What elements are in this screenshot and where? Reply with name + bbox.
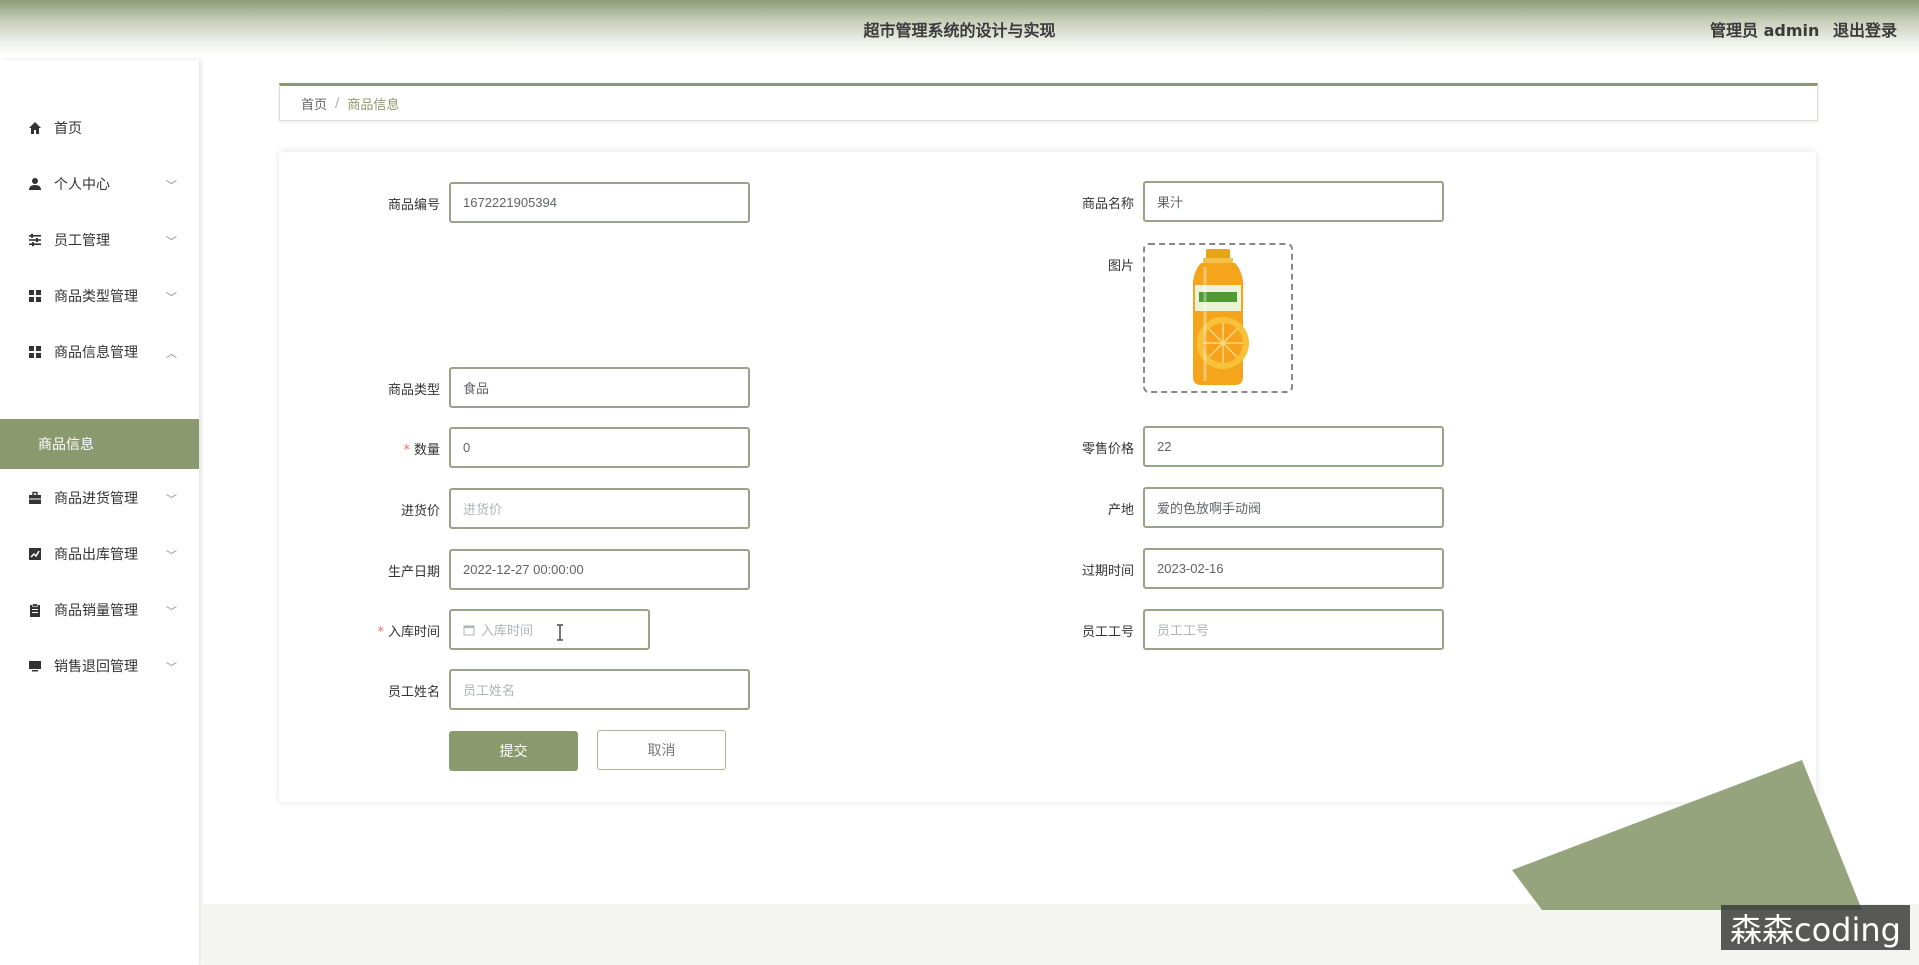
- image-upload[interactable]: [1143, 243, 1293, 393]
- product-name-field[interactable]: 果汁: [1143, 181, 1444, 222]
- text-cursor-icon: [557, 624, 563, 641]
- stock-in-time-label: * 入库时间: [320, 621, 440, 640]
- sidebar-item-home[interactable]: 首页: [0, 107, 199, 149]
- employee-name-label: 员工姓名: [387, 685, 440, 700]
- quantity-field[interactable]: 0: [449, 427, 750, 468]
- stock-in-time-label-text: 入库时间: [387, 625, 440, 640]
- employee-no-label: 员工工号: [1081, 625, 1134, 640]
- quantity-label-text: 数量: [413, 443, 440, 458]
- top-header: 超市管理系统的设计与实现 管理员 admin 退出登录: [0, 0, 1919, 56]
- cancel-button[interactable]: 取消: [597, 730, 726, 770]
- sidebar-item-label: 商品进货管理: [54, 491, 138, 507]
- person-icon: [28, 177, 42, 191]
- calendar-icon: [463, 624, 475, 636]
- required-mark: *: [403, 443, 410, 458]
- sidebar-item-label: 个人中心: [54, 177, 110, 193]
- sidebar-item-label: 销售退回管理: [54, 659, 138, 675]
- sliders-icon: [28, 233, 42, 247]
- briefcase-icon: [28, 491, 42, 505]
- sidebar-item-product-info[interactable]: 商品信息管理 ︿: [0, 331, 199, 373]
- sidebar-subitem-product-info[interactable]: 商品信息: [0, 419, 199, 469]
- sidebar: 首页 个人中心 ﹀ 员工管理 ﹀ 商品类型管理 ﹀ 商品信息管理 ︿ 商品信息 …: [0, 60, 199, 965]
- chevron-down-icon: ﹀: [166, 493, 177, 506]
- retail-price-label: 零售价格: [1081, 442, 1134, 457]
- product-type-label: 商品类型: [387, 383, 440, 398]
- production-date-label: 生产日期: [387, 565, 440, 580]
- required-mark: *: [377, 625, 384, 640]
- expiry-time-label: 过期时间: [1081, 564, 1134, 579]
- expiry-time-field[interactable]: 2023-02-16: [1143, 548, 1444, 589]
- chart-icon: [28, 547, 42, 561]
- chevron-down-icon: ﹀: [166, 549, 177, 562]
- sidebar-item-staff[interactable]: 员工管理 ﹀: [0, 219, 199, 261]
- app-title: 超市管理系统的设计与实现: [863, 21, 1056, 40]
- logout-link[interactable]: 退出登录: [1833, 21, 1897, 40]
- grid-icon: [28, 289, 42, 303]
- sidebar-item-label: 商品类型管理: [54, 289, 138, 305]
- sidebar-item-label: 商品销量管理: [54, 603, 138, 619]
- product-type-select[interactable]: 食品: [449, 367, 750, 408]
- purchase-price-label: 进货价: [400, 504, 440, 519]
- sidebar-item-returns[interactable]: 销售退回管理 ﹀: [0, 645, 199, 687]
- watermark: 森森coding: [1721, 905, 1910, 950]
- chevron-down-icon: ﹀: [166, 291, 177, 304]
- grid-icon: [28, 345, 42, 359]
- chevron-down-icon: ﹀: [166, 605, 177, 618]
- juice-bottle-image: [1193, 249, 1249, 385]
- user-area: 管理员 admin 退出登录: [1702, 17, 1897, 41]
- decorative-shape: [1512, 760, 1862, 910]
- image-label: 图片: [1107, 259, 1134, 274]
- breadcrumb-current: 商品信息: [347, 97, 400, 113]
- sidebar-item-sales[interactable]: 商品销量管理 ﹀: [0, 589, 199, 631]
- chevron-down-icon: ﹀: [166, 661, 177, 674]
- employee-name-field[interactable]: 员工姓名: [449, 669, 750, 710]
- origin-label: 产地: [1107, 503, 1134, 518]
- purchase-price-field[interactable]: 进货价: [449, 488, 750, 529]
- breadcrumb: 首页 / 商品信息: [279, 83, 1818, 121]
- sidebar-item-label: 首页: [54, 121, 82, 137]
- stock-in-time-placeholder: 入库时间: [481, 623, 534, 638]
- employee-no-field[interactable]: 员工工号: [1143, 609, 1444, 650]
- breadcrumb-separator: /: [335, 95, 340, 111]
- product-no-label: 商品编号: [387, 198, 440, 213]
- retail-price-field[interactable]: 22: [1143, 426, 1444, 467]
- sidebar-item-label: 商品信息管理: [54, 345, 138, 361]
- stock-in-time-picker[interactable]: 入库时间: [449, 609, 650, 650]
- sidebar-item-label: 员工管理: [54, 233, 110, 249]
- chevron-down-icon: ﹀: [166, 235, 177, 248]
- submit-button[interactable]: 提交: [449, 731, 578, 771]
- production-date-field[interactable]: 2022-12-27 00:00:00: [449, 549, 750, 590]
- content-footer-bg: [203, 904, 1919, 965]
- origin-field[interactable]: 爱的色放啊手动阀: [1143, 487, 1444, 528]
- sidebar-item-label: 商品出库管理: [54, 547, 138, 563]
- sidebar-item-purchase[interactable]: 商品进货管理 ﹀: [0, 477, 199, 519]
- breadcrumb-home[interactable]: 首页: [301, 94, 327, 113]
- product-name-label: 商品名称: [1081, 197, 1134, 212]
- quantity-label: * 数量: [320, 439, 440, 458]
- clipboard-icon: [28, 603, 42, 617]
- monitor-icon: [28, 659, 42, 673]
- chevron-up-icon: ︿: [166, 347, 177, 360]
- product-no-field[interactable]: 1672221905394: [449, 182, 750, 223]
- home-icon: [28, 121, 42, 135]
- user-label: 管理员 admin: [1710, 21, 1820, 40]
- chevron-down-icon: ﹀: [166, 179, 177, 192]
- sidebar-item-personal[interactable]: 个人中心 ﹀: [0, 163, 199, 205]
- sidebar-item-product-type[interactable]: 商品类型管理 ﹀: [0, 275, 199, 317]
- sidebar-item-outbound[interactable]: 商品出库管理 ﹀: [0, 533, 199, 575]
